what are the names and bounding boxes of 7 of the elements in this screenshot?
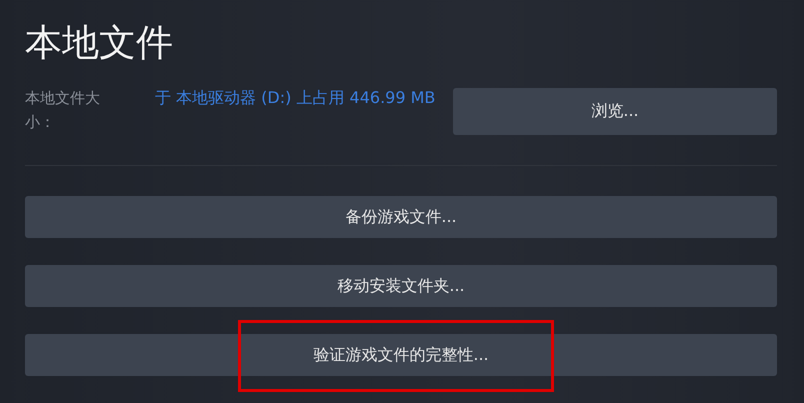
action-button[interactable]: 备份游戏文件... — [25, 196, 777, 238]
page-title: 本地文件 — [25, 20, 174, 66]
action-button[interactable]: 验证游戏文件的完整性... — [25, 334, 777, 376]
browse-button[interactable]: 浏览... — [453, 88, 777, 135]
size-value: 于 本地驱动器 (D:) 上占用 446.99 MB — [155, 87, 436, 109]
action-button[interactable]: 移动安装文件夹... — [25, 265, 777, 307]
size-label: 本地文件大小： — [25, 88, 101, 133]
